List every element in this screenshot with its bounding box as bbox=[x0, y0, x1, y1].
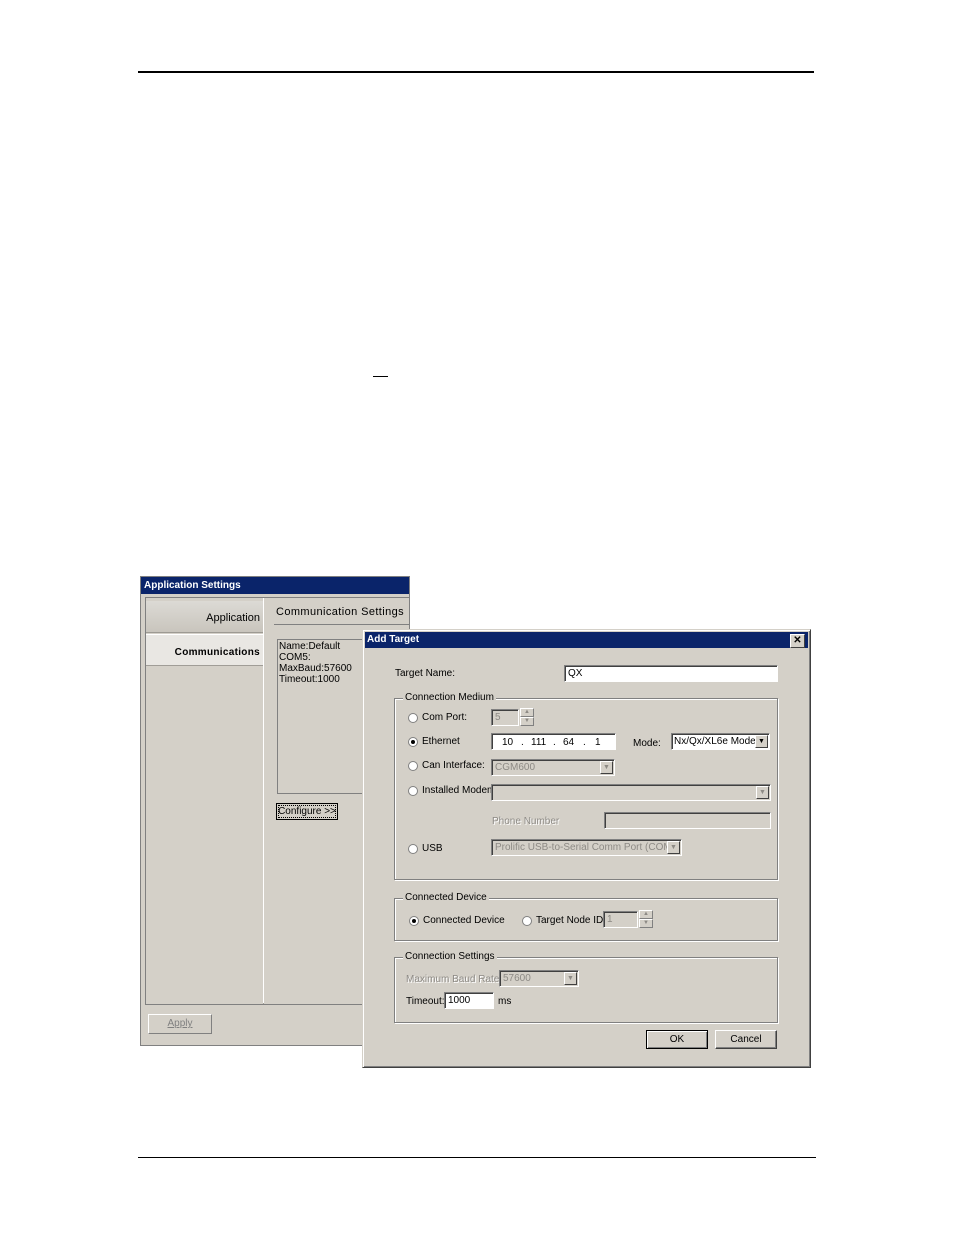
connected-device-title: Connected Device bbox=[403, 892, 489, 903]
chevron-down-icon[interactable]: ▼ bbox=[667, 841, 680, 854]
can-interface-radio[interactable] bbox=[408, 761, 418, 771]
com-port-spinner[interactable]: ▲ ▼ bbox=[520, 708, 534, 726]
ip-separator: . bbox=[583, 737, 586, 748]
ip-octet-2[interactable]: 111 bbox=[531, 735, 546, 749]
chevron-down-icon[interactable]: ▼ bbox=[564, 972, 577, 985]
installed-modem-select[interactable]: ▼ bbox=[491, 784, 771, 801]
phone-number-label: Phone Number bbox=[492, 816, 560, 827]
chevron-down-icon[interactable]: ▼ bbox=[600, 761, 613, 774]
can-interface-label: Can Interface: bbox=[422, 760, 485, 771]
target-node-id-label: Target Node ID bbox=[536, 915, 604, 926]
ip-separator: . bbox=[521, 737, 524, 748]
target-name-input[interactable]: QX bbox=[564, 665, 778, 682]
target-node-id-input[interactable]: 1 bbox=[603, 911, 638, 928]
usb-radio[interactable] bbox=[408, 844, 418, 854]
ip-octet-3[interactable]: 64 bbox=[563, 735, 574, 749]
ip-octet-1[interactable]: 10 bbox=[502, 735, 513, 749]
usb-port-value: Prolific USB-to-Serial Comm Port (COM5) bbox=[495, 842, 681, 853]
add-target-title-text: Add Target bbox=[367, 634, 420, 645]
chevron-down-icon[interactable]: ▼ bbox=[756, 786, 769, 799]
connection-settings-group: Connection Settings Maximum Baud Rate: 5… bbox=[394, 951, 778, 1023]
tab-application[interactable]: Application bbox=[146, 601, 263, 633]
tab-communications[interactable]: Communications bbox=[146, 634, 263, 666]
installed-modem-radio[interactable] bbox=[408, 786, 418, 796]
connected-device-label: Connected Device bbox=[423, 915, 505, 926]
timeout-unit: ms bbox=[498, 996, 512, 1007]
phone-number-input[interactable] bbox=[604, 812, 771, 829]
configure-button[interactable]: Configure >> bbox=[276, 803, 338, 820]
target-node-id-radio[interactable] bbox=[522, 916, 532, 926]
panel-header-divider bbox=[274, 624, 409, 625]
max-baud-rate-label: Maximum Baud Rate: bbox=[406, 974, 503, 985]
spin-up-icon[interactable]: ▲ bbox=[520, 708, 534, 717]
timeout-input[interactable]: 1000 bbox=[444, 992, 494, 1009]
chevron-down-icon[interactable]: ▼ bbox=[755, 735, 768, 748]
spin-up-icon[interactable]: ▲ bbox=[639, 910, 653, 919]
installed-modem-label: Installed Modem bbox=[422, 785, 496, 796]
can-interface-value: CGM600 bbox=[495, 762, 536, 773]
target-name-label: Target Name: bbox=[395, 668, 456, 679]
usb-label: USB bbox=[422, 843, 443, 854]
connection-medium-group: Connection Medium Com Port: 5 ▲ ▼ Ethern… bbox=[394, 692, 778, 880]
ethernet-radio[interactable] bbox=[408, 737, 418, 747]
mode-select-value: Nx/Qx/XL6e Mode bbox=[674, 736, 756, 747]
com-port-label: Com Port: bbox=[422, 712, 468, 723]
com-port-input[interactable]: 5 bbox=[491, 709, 519, 726]
add-target-title: Add Target ✕ bbox=[365, 632, 808, 648]
spin-down-icon[interactable]: ▼ bbox=[639, 919, 653, 928]
connection-settings-title: Connection Settings bbox=[403, 951, 497, 962]
tab-application-label: Application bbox=[206, 612, 260, 624]
cancel-button[interactable]: Cancel bbox=[715, 1030, 777, 1049]
ip-address-field[interactable]: 10 . 111 . 64 . 1 bbox=[491, 733, 616, 750]
footer-rule bbox=[138, 1157, 816, 1158]
usb-port-select[interactable]: Prolific USB-to-Serial Comm Port (COM5) … bbox=[491, 839, 682, 856]
can-interface-select[interactable]: CGM600 ▼ bbox=[491, 759, 615, 776]
mode-select[interactable]: Nx/Qx/XL6e Mode ▼ bbox=[671, 733, 770, 750]
target-node-id-spinner[interactable]: ▲ ▼ bbox=[639, 910, 653, 928]
ethernet-label: Ethernet bbox=[422, 736, 460, 747]
ok-button[interactable]: OK bbox=[646, 1030, 708, 1049]
apply-button[interactable]: Apply bbox=[148, 1014, 212, 1034]
add-target-dialog: Add Target ✕ Target Name: QX Connection … bbox=[362, 629, 811, 1068]
timeout-label: Timeout: bbox=[406, 996, 445, 1007]
spin-down-icon[interactable]: ▼ bbox=[520, 717, 534, 726]
ip-octet-4[interactable]: 1 bbox=[595, 735, 601, 749]
ip-separator: . bbox=[553, 737, 556, 748]
app-settings-title: Application Settings bbox=[141, 577, 409, 594]
header-rule bbox=[138, 71, 814, 73]
connection-medium-title: Connection Medium bbox=[403, 692, 496, 703]
connected-device-group: Connected Device Connected Device Target… bbox=[394, 892, 778, 941]
com-port-radio[interactable] bbox=[408, 713, 418, 723]
connected-device-radio[interactable] bbox=[409, 916, 419, 926]
tab-sidebar-fill bbox=[146, 668, 264, 1004]
max-baud-rate-select[interactable]: 57600 ▼ bbox=[499, 970, 579, 987]
tab-communications-label: Communications bbox=[174, 647, 260, 658]
panel-header: Communication Settings bbox=[276, 606, 405, 618]
stray-underline-mark bbox=[373, 376, 388, 377]
mode-label: Mode: bbox=[633, 738, 661, 749]
max-baud-rate-value: 57600 bbox=[503, 973, 531, 984]
close-icon[interactable]: ✕ bbox=[790, 634, 805, 648]
